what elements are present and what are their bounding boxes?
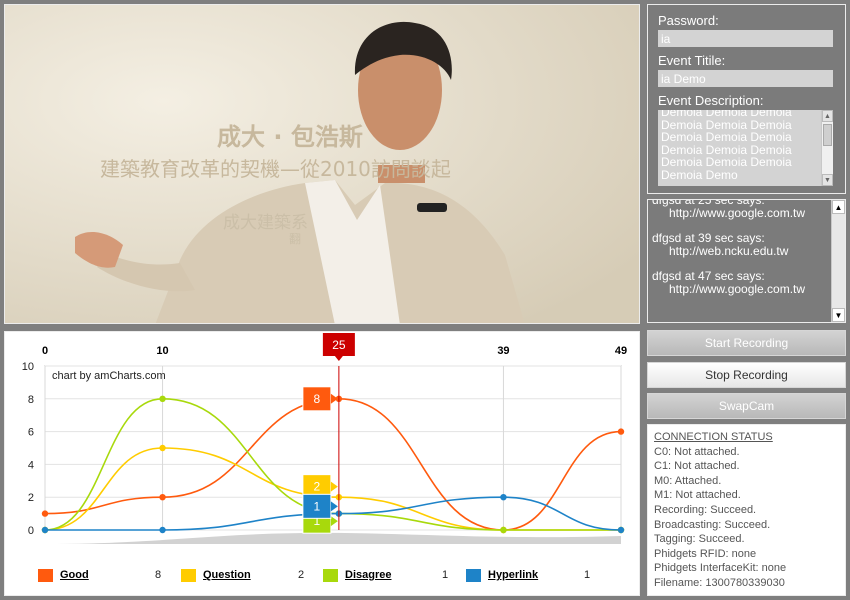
data-point-good bbox=[159, 494, 166, 501]
balloon-pointer-good bbox=[330, 393, 338, 404]
scroll-thumb[interactable] bbox=[823, 124, 832, 146]
swapcam-button[interactable]: SwapCam bbox=[647, 393, 846, 419]
slide-title: 成大 · 包浩斯 bbox=[217, 123, 363, 151]
password-label: Password: bbox=[658, 13, 719, 28]
chat-scrollbar[interactable]: ▲ ▼ bbox=[831, 200, 845, 322]
start-recording-button[interactable]: Start Recording bbox=[647, 330, 846, 356]
y-tick-label: 4 bbox=[28, 459, 34, 471]
scroll-up-icon[interactable]: ▲ bbox=[822, 110, 833, 122]
legend-swatch-disagree[interactable] bbox=[323, 569, 338, 582]
chart-canvas[interactable]: 0 2 4 6 8 10 0 10 39 49 chart by amCharts.com 25 8 2 1… bbox=[5, 332, 640, 596]
y-tick-label: 10 bbox=[22, 361, 34, 373]
timeline-chart[interactable]: 0 2 4 6 8 10 0 10 39 49 chart by amCharts.com 25 8 2 1… bbox=[4, 331, 640, 596]
status-line: Tagging: Succeed. bbox=[654, 533, 745, 546]
status-line: M1: Not attached. bbox=[654, 489, 741, 502]
scroll-up-icon[interactable]: ▲ bbox=[832, 200, 845, 214]
legend-swatch-good[interactable] bbox=[38, 569, 53, 582]
description-line: Demoia Demoia Demoia bbox=[661, 130, 792, 145]
legend-value-disagree: 1 bbox=[442, 569, 449, 581]
chat-link[interactable]: http://web.ncku.edu.tw bbox=[652, 245, 829, 258]
legend-name-hyperlink[interactable]: Hyperlink bbox=[488, 569, 538, 581]
status-line: Phidgets RFID: none bbox=[654, 547, 757, 560]
chart-credit: chart by amCharts.com bbox=[52, 370, 166, 382]
data-point-hyperlink bbox=[617, 526, 625, 534]
event-form: Password: Event Titile: Event Descriptio… bbox=[647, 4, 846, 194]
status-line: Phidgets InterfaceKit: none bbox=[654, 562, 787, 575]
legend-value-hyperlink: 1 bbox=[584, 569, 591, 581]
data-point-hyperlink bbox=[500, 494, 507, 501]
x-tick-label: 39 bbox=[497, 345, 509, 357]
balloon-pointer-disagree bbox=[330, 516, 338, 527]
chat-link[interactable]: http://www.google.com.tw bbox=[652, 207, 829, 220]
data-point-hyperlink bbox=[159, 526, 166, 534]
series-line-hyperlink bbox=[44, 496, 622, 531]
status-line: Recording: Succeed. bbox=[654, 503, 757, 516]
event-title-field[interactable] bbox=[658, 70, 833, 87]
status-line: M0: Attached. bbox=[654, 474, 722, 487]
password-field[interactable] bbox=[658, 30, 833, 47]
data-point-question bbox=[159, 444, 166, 452]
chart-scrollbar-band bbox=[45, 532, 621, 544]
status-line: Filename: 1300780339030 bbox=[654, 576, 785, 589]
chat-messages: dfgsd at 25 sec says: http://www.google.… bbox=[652, 200, 829, 308]
legend-value-question: 2 bbox=[298, 569, 305, 581]
scroll-down-icon[interactable]: ▼ bbox=[832, 308, 845, 322]
cursor-label-text: 25 bbox=[332, 338, 346, 352]
scroll-down-icon[interactable]: ▼ bbox=[822, 174, 833, 186]
event-description-text: Demoia Demoia Demoia Demoia Demoia Demoi… bbox=[661, 110, 819, 182]
description-scrollbar[interactable]: ▲ ▼ bbox=[821, 110, 833, 186]
balloon-pointer-hyperlink bbox=[330, 501, 338, 512]
connection-status-panel: CONNECTION STATUS C0: Not attached. C1: … bbox=[647, 424, 846, 596]
video-feed: 成大 · 包浩斯 建築教育改革的契機—從2010訪問談起 成大建築系 翻 bbox=[4, 4, 640, 324]
balloon-value-question: 2 bbox=[314, 480, 321, 494]
chat-message: dfgsd at 25 sec says: http://www.google.… bbox=[652, 200, 829, 220]
status-line: C0: Not attached. bbox=[654, 445, 740, 458]
chat-message: dfgsd at 47 sec says: http://www.google.… bbox=[652, 270, 829, 296]
chat-link[interactable]: http://www.google.com.tw bbox=[652, 283, 829, 296]
event-title-label: Event Titile: bbox=[658, 53, 726, 68]
legend-swatch-question[interactable] bbox=[181, 569, 196, 582]
data-point-good bbox=[617, 428, 625, 435]
x-tick-label: 49 bbox=[615, 345, 627, 357]
y-tick-label: 0 bbox=[28, 525, 34, 537]
status-line: Broadcasting: Succeed. bbox=[654, 518, 771, 531]
chat-log: dfgsd at 25 sec says: http://www.google.… bbox=[647, 199, 846, 323]
data-point-hyperlink bbox=[41, 526, 49, 534]
event-description-label: Event Description: bbox=[658, 93, 764, 108]
description-line: Demoia Demo bbox=[661, 167, 738, 182]
legend-name-question[interactable]: Question bbox=[203, 569, 251, 581]
slide-subtitle: 建築教育改革的契機—從2010訪問談起 bbox=[100, 157, 451, 181]
y-tick-label: 8 bbox=[28, 394, 34, 406]
y-tick-label: 6 bbox=[28, 427, 34, 439]
status-line: C1: Not attached. bbox=[654, 460, 740, 473]
connection-status-title: CONNECTION STATUS bbox=[654, 431, 773, 443]
balloon-pointer-question bbox=[330, 481, 338, 492]
balloon-value-good: 8 bbox=[314, 392, 321, 406]
slide-note: 翻 bbox=[289, 232, 302, 246]
stop-recording-button[interactable]: Stop Recording bbox=[647, 362, 846, 388]
cursor-label-pointer bbox=[334, 356, 343, 361]
legend-name-good[interactable]: Good bbox=[60, 569, 89, 581]
legend-value-good: 8 bbox=[155, 569, 162, 581]
chat-message: dfgsd at 39 sec says: http://web.ncku.ed… bbox=[652, 232, 829, 258]
x-tick-label: 0 bbox=[42, 345, 48, 357]
legend-swatch-hyperlink[interactable] bbox=[466, 569, 481, 582]
balloon-value-hyperlink: 1 bbox=[314, 499, 321, 513]
data-point-good bbox=[41, 510, 49, 517]
x-tick-label: 10 bbox=[156, 345, 168, 357]
data-point-disagree bbox=[500, 526, 507, 534]
y-tick-label: 2 bbox=[28, 492, 34, 504]
legend-name-disagree[interactable]: Disagree bbox=[345, 569, 391, 581]
data-point-disagree bbox=[159, 395, 166, 402]
event-description-field[interactable]: Demoia Demoia Demoia Demoia Demoia Demoi… bbox=[658, 110, 833, 186]
